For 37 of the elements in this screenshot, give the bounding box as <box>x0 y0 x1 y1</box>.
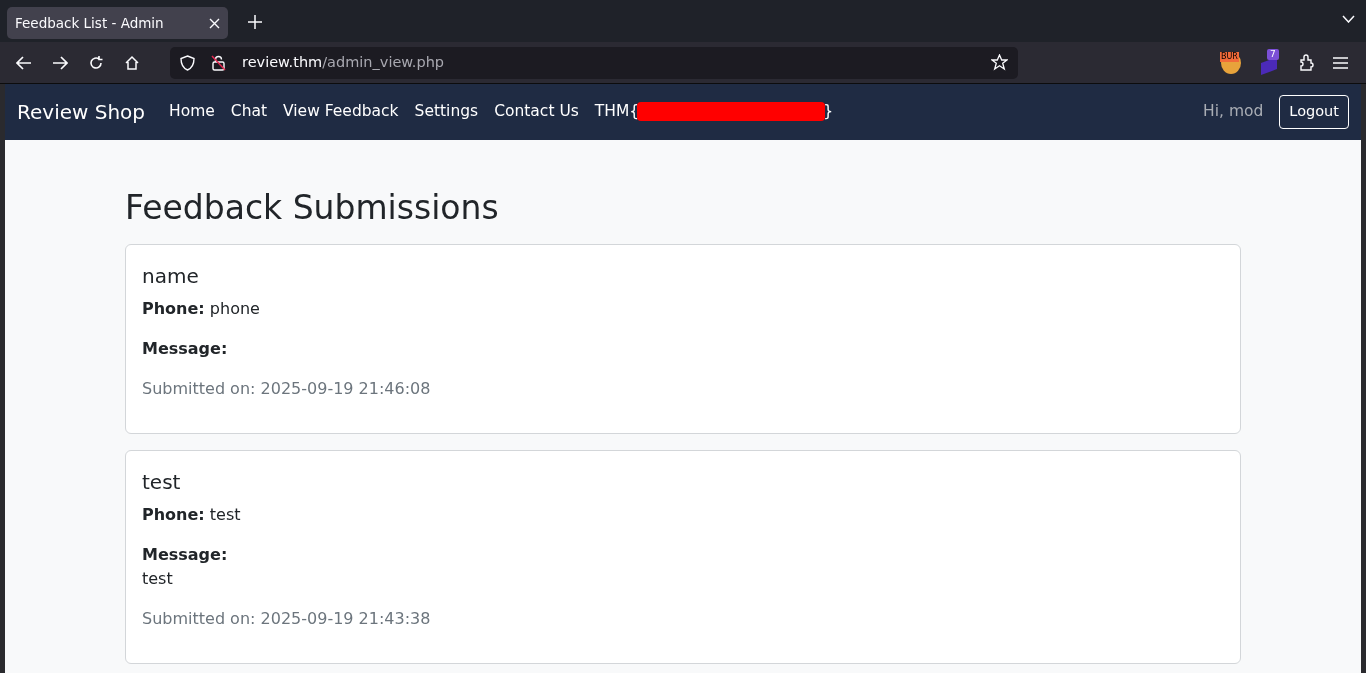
message-label: Message: <box>142 543 229 566</box>
menu-icon[interactable] <box>1333 56 1348 69</box>
nav-link[interactable]: Home <box>161 100 223 124</box>
phone-text: Phone: phone <box>142 297 261 320</box>
back-icon[interactable] <box>16 55 32 70</box>
brand-link[interactable]: Review Shop <box>17 97 146 127</box>
puzzle-icon[interactable] <box>1299 54 1315 71</box>
extension-icon[interactable]: BUR <box>1221 51 1241 74</box>
star-icon[interactable] <box>991 54 1008 71</box>
forward-icon[interactable] <box>52 55 68 70</box>
badge-text: 7 <box>1267 48 1279 60</box>
nav-link[interactable]: View Feedback <box>275 100 407 124</box>
close-icon[interactable] <box>209 17 220 29</box>
nav-link[interactable]: Contact Us <box>486 100 587 124</box>
lock-icon <box>211 54 226 71</box>
feedback-name: test <box>142 468 182 496</box>
browser-tab[interactable]: Feedback List - Admin <box>7 7 228 39</box>
home-icon[interactable] <box>124 54 140 71</box>
message-label: Message: <box>142 337 229 360</box>
page-title: Feedback Submissions <box>125 188 500 228</box>
greeting-text: Hi, mod <box>1203 101 1264 123</box>
feedback-name: name <box>142 262 200 290</box>
chevron-down-icon[interactable] <box>1342 15 1355 23</box>
submitted-text: Submitted on: 2025-09-19 21:46:08 <box>142 377 432 400</box>
shield-icon <box>180 54 195 71</box>
tab-title: Feedback List - Admin <box>15 13 164 33</box>
phone-text: Phone: test <box>142 503 242 526</box>
reload-icon[interactable] <box>88 54 104 71</box>
badge-text: BUR <box>1220 51 1239 62</box>
address-bar[interactable]: review.thm/admin_view.php <box>170 46 1018 79</box>
message-text: test <box>142 567 174 590</box>
url-text: review.thm/admin_view.php <box>242 52 445 72</box>
logout-button[interactable]: Logout <box>1279 95 1349 129</box>
submitted-text: Submitted on: 2025-09-19 21:43:38 <box>142 607 432 630</box>
new-tab-icon[interactable] <box>248 15 262 29</box>
nav-link[interactable]: Settings <box>406 100 487 124</box>
nav-link[interactable]: Chat <box>222 100 276 124</box>
